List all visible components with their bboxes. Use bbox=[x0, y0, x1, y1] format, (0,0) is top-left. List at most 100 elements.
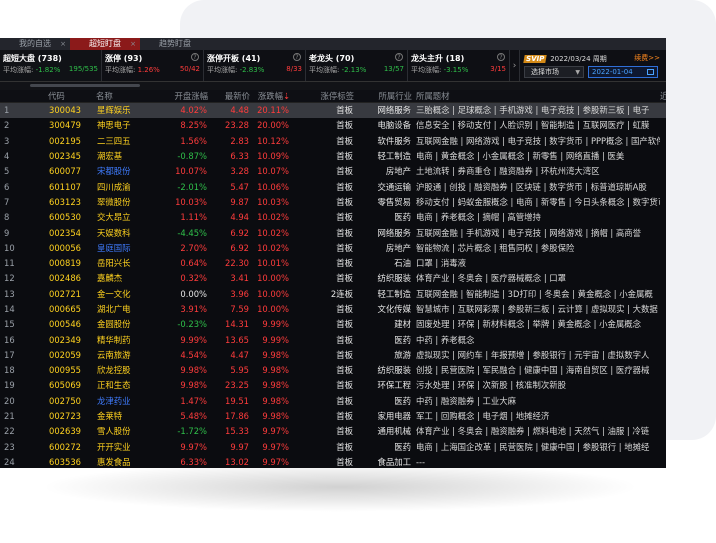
col-code[interactable]: 代码 bbox=[48, 90, 96, 103]
summary-card[interactable]: 超短大盘 (738) 平均涨幅: -1.82% 195/535 bbox=[0, 50, 102, 81]
industry: 软件服务 bbox=[377, 135, 412, 146]
open-change: -4.45% bbox=[177, 227, 207, 238]
stock-code: 000665 bbox=[49, 304, 81, 314]
table-row[interactable]: 24 603536 惠发食品 6.33% 13.02 9.97% 首板 食品加工 --- bbox=[0, 454, 666, 468]
table-row[interactable]: 10 000056 皇庭国际 2.70% 6.92 10.02% 首板 房地产 智能物流 | 芯… bbox=[0, 240, 666, 255]
last-price: 4.94 bbox=[230, 212, 249, 223]
date-input[interactable]: 2022-01-04 bbox=[588, 66, 658, 78]
concepts: 中药 | 养老概念 bbox=[416, 334, 475, 345]
row-index: 5 bbox=[4, 166, 10, 177]
table-row[interactable]: 1 300043 星辉娱乐 4.02% 4.48 20.11% 首板 网络服务 三胎概念 | 足… bbox=[0, 102, 666, 118]
horizontal-scrollbar[interactable] bbox=[0, 82, 666, 90]
col-concept[interactable]: 所属题材 bbox=[412, 90, 660, 103]
open-change: 0.64% bbox=[180, 258, 207, 269]
table-row[interactable]: 3 002195 二三四五 1.56% 2.83 10.12% 首板 软件服务 互联网金融 | … bbox=[0, 133, 666, 148]
open-change: -0.87% bbox=[177, 151, 207, 162]
limit-tag: 首板 bbox=[336, 426, 353, 437]
close-icon[interactable]: × bbox=[130, 38, 136, 50]
help-icon[interactable]: ? bbox=[191, 53, 199, 61]
table-row[interactable]: 22 002639 雪人股份 -1.72% 15.33 9.97% 首板 通用机械 体育产业 |… bbox=[0, 424, 666, 439]
tab-bar: 我的自选 × 超短盯盘 × 趋势盯盘 bbox=[0, 38, 666, 50]
table-row[interactable]: 20 002750 龙津药业 1.47% 19.51 9.98% 首板 医药 中药 | 融资融券… bbox=[0, 393, 666, 408]
last-price: 5.95 bbox=[230, 365, 249, 376]
concepts: 互联网金融 | 网络游戏 | 电子竞技 | 数字货币 | PPP概念 | 国产软… bbox=[416, 135, 660, 146]
stock-code: 300479 bbox=[49, 120, 81, 131]
stock-name: 二三四五 bbox=[97, 135, 131, 146]
window-shadow bbox=[40, 462, 640, 512]
chevron-right-icon[interactable]: › bbox=[510, 50, 520, 81]
market-select[interactable]: 选择市场 ▼ bbox=[524, 66, 584, 78]
limit-tag: 首板 bbox=[336, 242, 353, 253]
help-icon[interactable]: ? bbox=[497, 53, 505, 61]
col-name[interactable]: 名称 bbox=[96, 90, 164, 103]
table-row[interactable]: 19 605069 正和生态 9.98% 23.25 9.98% 首板 环保工程 污水处理 | … bbox=[0, 378, 666, 393]
open-change: 1.47% bbox=[180, 395, 207, 406]
open-change: 3.91% bbox=[180, 304, 207, 314]
last-price: 14.31 bbox=[225, 319, 249, 330]
summary-card[interactable]: ? 龙头主升 (18) 平均涨幅: -3.15% 3/15 bbox=[408, 50, 510, 81]
industry: 轻工制造 bbox=[377, 288, 412, 299]
table-row[interactable]: 18 000955 欣龙控股 9.98% 5.95 9.98% 首板 纺织服装 创投 | 民营医… bbox=[0, 363, 666, 378]
concepts: 固废处理 | 环保 | 新材料概念 | 举牌 | 黄金概念 | 小金属概念 bbox=[416, 319, 641, 330]
table-row[interactable]: 9 002354 天娱数科 -4.45% 6.92 10.02% 首板 网络服务 互联网金融 |… bbox=[0, 225, 666, 240]
table-row[interactable]: 4 002345 潮宏基 -0.87% 6.33 10.09% 首板 轻工制造 电商 | 黄金概… bbox=[0, 148, 666, 163]
renew-link[interactable]: 续费>> bbox=[634, 53, 660, 63]
help-icon[interactable]: ? bbox=[293, 53, 301, 61]
last-price: 3.96 bbox=[230, 288, 249, 299]
row-index: 3 bbox=[4, 135, 10, 146]
stock-code: 002721 bbox=[49, 288, 81, 299]
summary-card[interactable]: ? 涨停开板 (41) 平均涨幅: -2.83% 8/33 bbox=[204, 50, 306, 81]
table-row[interactable]: 5 600077 宋都股份 10.07% 3.28 10.07% 首板 房地产 土地流转 | 券… bbox=[0, 164, 666, 179]
concepts: 创投 | 民营医院 | 军民融合 | 健康中国 | 海南自贸区 | 医疗器械 bbox=[416, 365, 650, 376]
stock-name: 云南旅游 bbox=[97, 349, 131, 360]
col-open[interactable]: 开盘涨幅 bbox=[164, 90, 208, 103]
limit-tag: 首板 bbox=[290, 102, 354, 118]
limit-tag: 首板 bbox=[336, 212, 353, 223]
table-row[interactable]: 16 002349 精华制药 9.99% 13.65 9.99% 首板 医药 中药 | 养老概念 bbox=[0, 332, 666, 347]
summary-cards: 超短大盘 (738) 平均涨幅: -1.82% 195/535 ? 涨停 (93)… bbox=[0, 50, 666, 82]
table-row[interactable]: 6 601107 四川成渝 -2.01% 5.47 10.06% 首板 交通运输 沪股通 | 创… bbox=[0, 179, 666, 194]
scrollbar-thumb[interactable] bbox=[30, 84, 140, 87]
col-tag[interactable]: 涨停标签 bbox=[290, 90, 354, 103]
stock-name: 潮宏基 bbox=[97, 151, 123, 162]
concepts: 智能物流 | 芯片概念 | 租售同权 | 参股保险 bbox=[416, 242, 575, 253]
open-change: 1.11% bbox=[180, 212, 207, 223]
table-row[interactable]: 8 600530 交大昂立 1.11% 4.94 10.02% 首板 医药 电商 | 养老概念 … bbox=[0, 210, 666, 225]
close-icon[interactable]: × bbox=[60, 38, 66, 50]
col-industry[interactable]: 所属行业 bbox=[354, 90, 412, 103]
table-row[interactable]: 14 000665 湖北广电 3.91% 7.59 10.00% 首板 文化传媒 智慧城市 | … bbox=[0, 301, 666, 316]
concepts: 智慧城市 | 互联网彩票 | 参股新三板 | 云计算 | 虚拟现实 | 大数据 bbox=[416, 304, 658, 314]
row-index: 6 bbox=[4, 181, 10, 192]
table-row[interactable]: 12 002486 嘉麟杰 0.32% 3.41 10.00% 首板 纺织服装 体育产业 | 冬… bbox=[0, 271, 666, 286]
last-price: 3.28 bbox=[230, 166, 249, 177]
summary-card[interactable]: ? 涨停 (93) 平均涨幅: 1.26% 50/42 bbox=[102, 50, 204, 81]
table-row[interactable]: 21 002723 金莱特 5.48% 17.86 9.98% 首板 家用电器 军工 | 回购概… bbox=[0, 408, 666, 423]
summary-card[interactable]: ? 老龙头 (70) 平均涨幅: -2.13% 13/57 bbox=[306, 50, 408, 81]
concepts: 中药 | 融资融券 | 工业大麻 bbox=[416, 395, 517, 406]
open-change: -1.72% bbox=[177, 426, 207, 437]
col-change[interactable]: 涨跌幅⇣ bbox=[250, 90, 290, 103]
table-row[interactable]: 15 000546 金圆股份 -0.23% 14.31 9.99% 首板 建材 固废处理 | 环… bbox=[0, 317, 666, 332]
tab-watchlist[interactable]: 我的自选 × bbox=[0, 38, 70, 50]
table-row[interactable]: 11 000819 岳阳兴长 0.64% 22.30 10.01% 首板 石油 口罩 | 消毒液 bbox=[0, 255, 666, 270]
industry: 网络服务 bbox=[377, 227, 412, 238]
table-row[interactable]: 13 002721 金一文化 0.00% 3.96 10.00% 2连板 轻工制造 互联网金融 … bbox=[0, 286, 666, 301]
calendar-icon[interactable] bbox=[647, 69, 654, 75]
limit-tag: 2连板 bbox=[330, 288, 353, 299]
concepts: 电商 | 养老概念 | 摘帽 | 高管增持 bbox=[416, 212, 541, 223]
table-row[interactable]: 2 300479 神思电子 8.25% 23.28 20.00% 首板 电脑设备 信息安全 | … bbox=[0, 118, 666, 133]
more-cell bbox=[660, 225, 666, 240]
col-price[interactable]: 最新价 bbox=[208, 90, 250, 103]
table-row[interactable]: 7 603123 翠微股份 10.03% 9.87 10.03% 首板 零售贸易 移动支付 | … bbox=[0, 194, 666, 209]
industry: 建材 bbox=[394, 319, 411, 330]
last-price: 6.92 bbox=[230, 227, 249, 238]
help-icon[interactable]: ? bbox=[395, 53, 403, 61]
col-more[interactable]: 近 bbox=[660, 90, 666, 103]
tab-trend[interactable]: 趋势盯盘 bbox=[140, 38, 210, 50]
stock-name: 湖北广电 bbox=[97, 304, 131, 314]
table-row[interactable]: 17 002059 云南旅游 4.54% 4.47 9.98% 首板 旅游 虚拟现实 | 网约车… bbox=[0, 347, 666, 362]
row-index: 17 bbox=[4, 349, 15, 360]
table-row[interactable]: 23 600272 开开实业 9.97% 9.97 9.97% 首板 医药 电商 | 上海国企改… bbox=[0, 439, 666, 454]
tab-short-term[interactable]: 超短盯盘 × bbox=[70, 38, 140, 50]
open-change: 1.56% bbox=[180, 135, 207, 146]
